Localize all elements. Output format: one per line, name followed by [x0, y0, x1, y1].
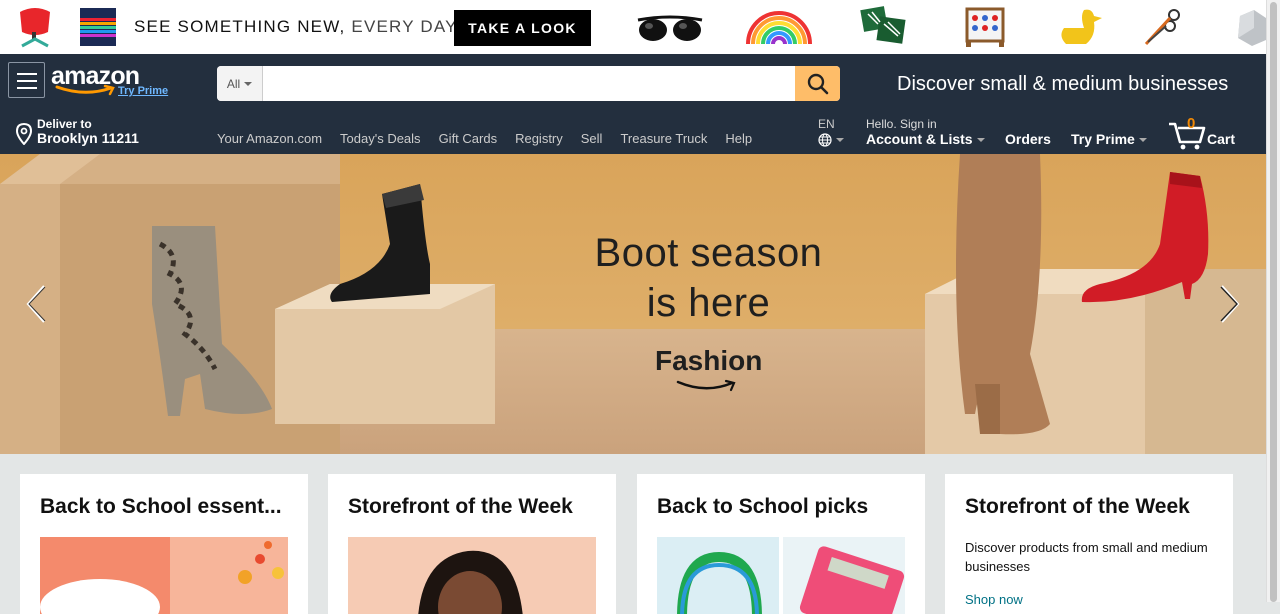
geode-icon[interactable]	[1234, 6, 1266, 48]
cart-count: 0	[1187, 115, 1196, 132]
try-prime-menu[interactable]: Try Prime	[1071, 131, 1147, 147]
card-back-to-school-picks[interactable]: Back to School picks	[637, 474, 925, 614]
hamburger-menu-button[interactable]	[8, 62, 45, 98]
menu-line-icon	[17, 87, 37, 89]
language-code: EN	[818, 117, 835, 131]
account-lists-label: Account & Lists	[866, 131, 973, 147]
nav-link-help[interactable]: Help	[725, 131, 752, 146]
nav-link-your-amazon[interactable]: Your Amazon.com	[217, 131, 322, 146]
rainbow-icon[interactable]	[744, 6, 814, 48]
nav-belt: amazon Try Prime All Discover small & me…	[0, 54, 1266, 114]
cart-button[interactable]: 0 Cart	[1168, 115, 1238, 150]
cart-label: Cart	[1207, 131, 1236, 147]
hero-headline-line1: Boot season	[594, 231, 823, 275]
hero-headline-line2: is here	[646, 281, 771, 325]
nav-link-gift-cards[interactable]: Gift Cards	[439, 131, 498, 146]
discover-small-business-link[interactable]: Discover small & medium businesses	[897, 73, 1228, 96]
caret-down-icon	[836, 138, 844, 142]
card-title: Storefront of the Week	[965, 495, 1190, 518]
sign-in-greeting: Hello. Sign in	[866, 117, 937, 131]
promo-tagline-main: SEE SOMETHING NEW,	[134, 17, 346, 36]
connect-four-icon[interactable]	[964, 6, 1006, 48]
promo-tagline-light: EVERY DAY.	[351, 17, 462, 36]
carousel-prev-arrow-icon[interactable]	[22, 282, 52, 326]
search-button[interactable]	[795, 66, 840, 101]
deliver-to-label: Deliver to	[37, 117, 92, 131]
promo-tagline: SEE SOMETHING NEW, EVERY DAY.	[134, 17, 461, 37]
search-category-select[interactable]: All	[217, 66, 263, 101]
search-category-label: All	[226, 76, 241, 91]
menu-line-icon	[17, 73, 37, 75]
sunglasses-icon[interactable]	[636, 6, 704, 48]
plant-pillows-icon[interactable]	[858, 6, 914, 48]
caret-down-icon	[1138, 138, 1147, 143]
striped-blanket-icon[interactable]	[78, 6, 118, 48]
search-input[interactable]	[263, 66, 795, 101]
card-title: Back to School picks	[657, 495, 869, 518]
hero-brand-label: Fashion	[655, 345, 763, 376]
orders-link[interactable]: Orders	[1005, 131, 1051, 147]
card-image	[348, 537, 596, 614]
language-selector[interactable]: EN	[818, 117, 844, 147]
amazon-logo[interactable]: amazon Try Prime	[51, 62, 171, 102]
card-back-to-school-essentials[interactable]: Back to School essent...	[20, 474, 308, 614]
card-description: Discover products from small and medium …	[965, 540, 1208, 574]
nav-links: Your Amazon.com Today's Deals Gift Cards…	[217, 131, 752, 146]
search-bar: All	[217, 66, 840, 101]
hero-headline: Boot season is here	[566, 228, 851, 328]
nav-link-treasure-truck[interactable]: Treasure Truck	[620, 131, 707, 146]
globe-icon	[818, 133, 832, 147]
yellow-duck-icon[interactable]	[1056, 6, 1104, 48]
deliver-location: Brooklyn 11211	[37, 130, 139, 146]
menu-line-icon	[17, 80, 37, 82]
nav-link-sell[interactable]: Sell	[581, 131, 603, 146]
nav-main: Deliver to Brooklyn 11211 Your Amazon.co…	[0, 114, 1266, 154]
shop-now-link[interactable]: Shop now	[965, 592, 1213, 607]
card-storefront-of-the-week-2: Storefront of the Week Discover products…	[945, 474, 1233, 614]
card-title: Back to School essent...	[40, 495, 282, 518]
amazon-smile-icon	[55, 84, 115, 96]
caret-down-icon	[244, 81, 253, 86]
location-pin-icon	[15, 123, 33, 145]
nav-link-registry[interactable]: Registry	[515, 131, 563, 146]
carousel-next-arrow-icon[interactable]	[1214, 282, 1244, 326]
scissors-icon[interactable]	[1140, 6, 1184, 48]
hero-carousel[interactable]: Boot season is here Fashion	[0, 154, 1266, 454]
scrollbar-thumb[interactable]	[1270, 2, 1277, 602]
take-a-look-button[interactable]: TAKE A LOOK	[454, 10, 591, 46]
try-prime-logo-link[interactable]: Try Prime	[118, 85, 168, 97]
red-chair-icon[interactable]	[14, 6, 56, 48]
card-title: Storefront of the Week	[348, 495, 573, 518]
search-icon	[807, 73, 828, 94]
caret-down-icon	[976, 138, 985, 143]
promo-strip: SEE SOMETHING NEW, EVERY DAY. TAKE A LOO…	[0, 0, 1266, 54]
try-prime-label: Try Prime	[1071, 131, 1135, 147]
account-and-lists-menu[interactable]: Hello. Sign in Account & Lists	[866, 117, 985, 147]
card-image	[657, 537, 905, 614]
deliver-to-location[interactable]: Deliver to Brooklyn 11211	[15, 117, 139, 146]
hero-smile-icon	[676, 379, 736, 392]
card-storefront-of-the-week-1[interactable]: Storefront of the Week	[328, 474, 616, 614]
card-image	[40, 537, 288, 614]
nav-link-todays-deals[interactable]: Today's Deals	[340, 131, 421, 146]
page-scrollbar[interactable]	[1266, 0, 1280, 602]
